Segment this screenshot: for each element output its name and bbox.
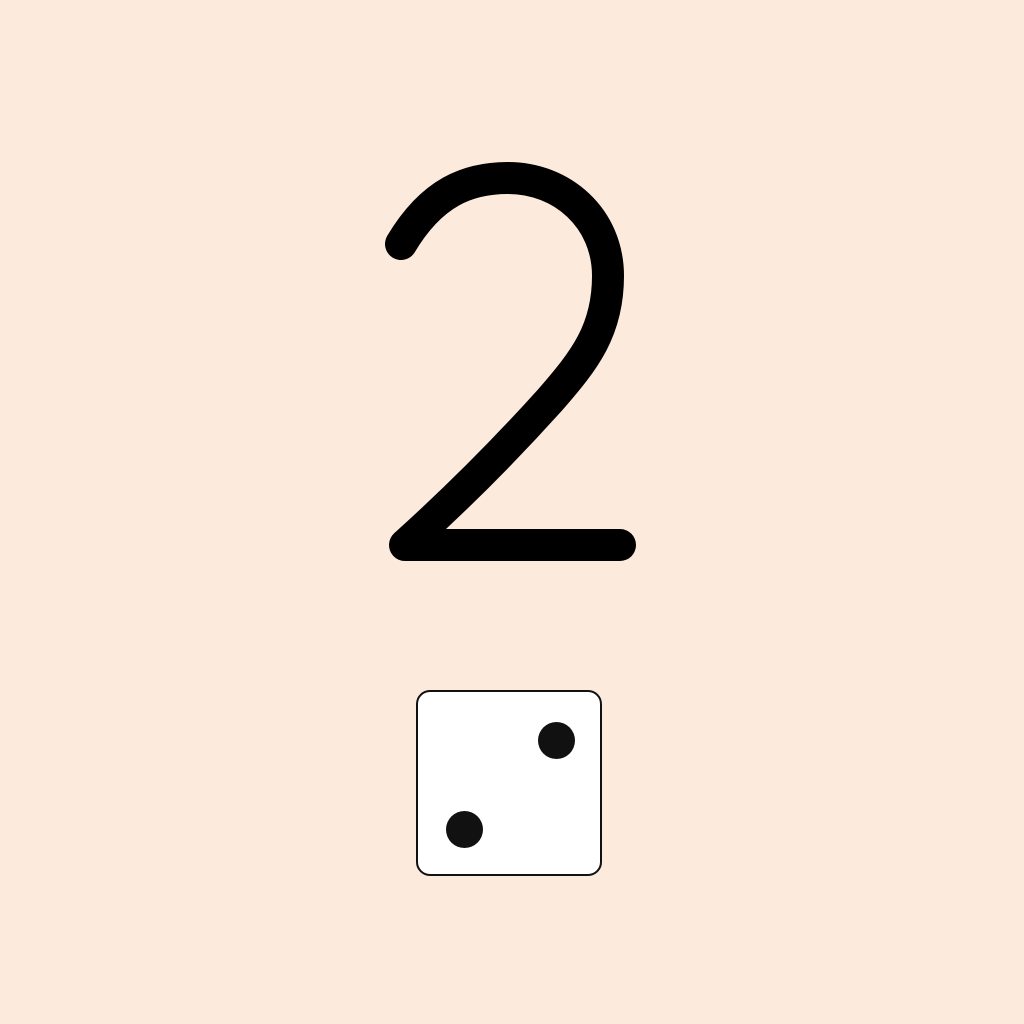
die-pip [538, 722, 575, 759]
die-button[interactable] [416, 690, 602, 876]
die-pip [446, 811, 483, 848]
dice-game-screen: 2 [0, 0, 1024, 1024]
